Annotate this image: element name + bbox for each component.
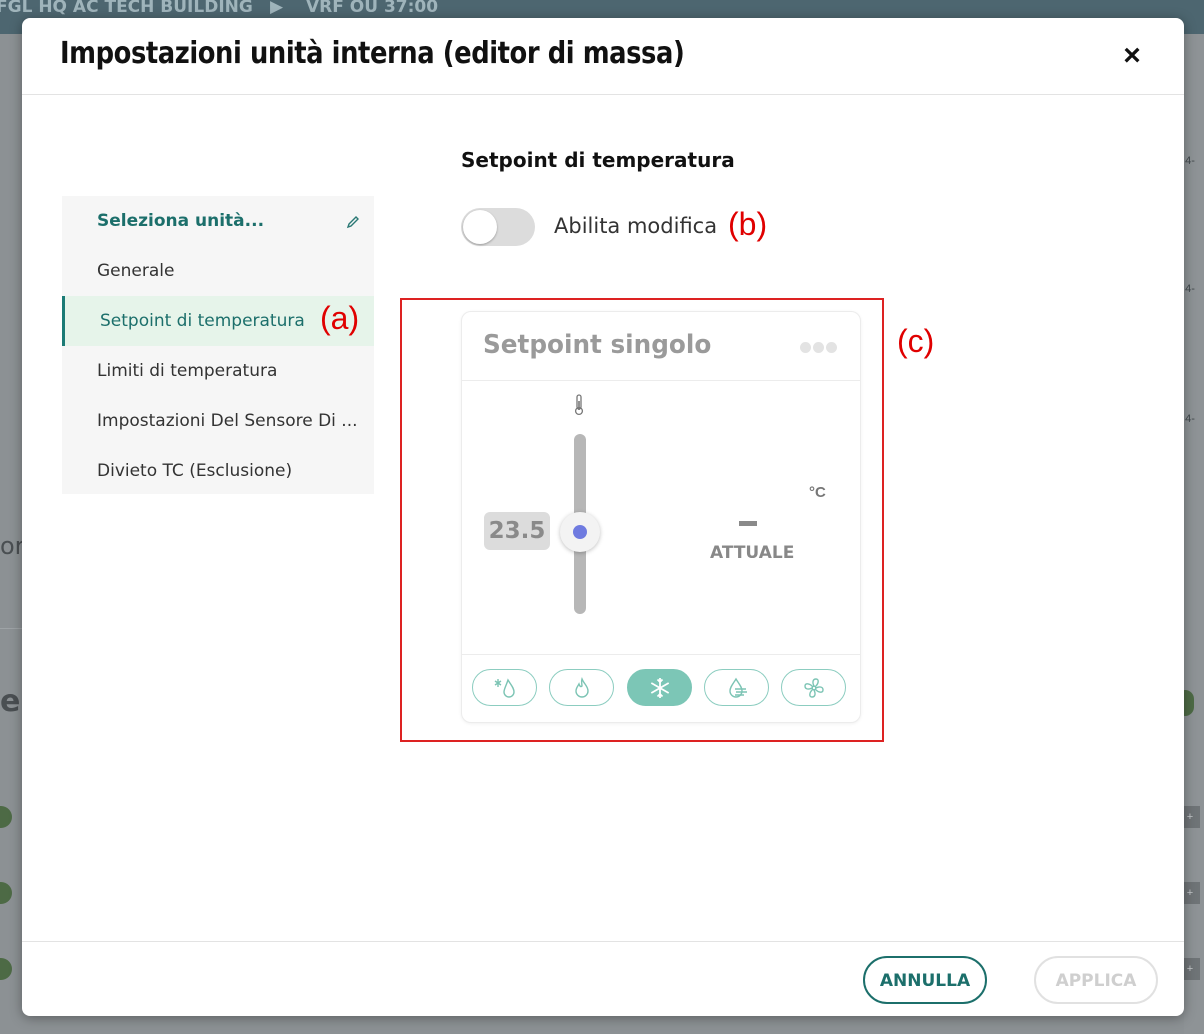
- dialog-footer: ANNULLA APPLICA: [22, 941, 1184, 1016]
- background-unit-name: VRF OU 37:00: [306, 0, 439, 17]
- bulk-editor-dialog: Impostazioni unità interna (editor di ma…: [22, 18, 1184, 1016]
- nav-item-label: Setpoint di temperatura: [100, 311, 305, 331]
- nav-item-label: Divieto TC (Esclusione): [97, 461, 293, 481]
- more-options-icon[interactable]: [800, 340, 840, 353]
- setpoint-value: 23.5: [484, 512, 550, 550]
- thermometer-icon: [573, 394, 585, 422]
- dialog-title: Impostazioni unità interna (editor di ma…: [60, 36, 685, 71]
- current-temperature-placeholder: [739, 521, 757, 526]
- background-divider: [0, 628, 22, 629]
- nav-item-label: Seleziona unità...: [97, 211, 265, 231]
- section-title: Setpoint di temperatura: [461, 148, 735, 172]
- nav-item-tc-prohibition[interactable]: Divieto TC (Esclusione): [62, 446, 374, 496]
- nav-item-temperature-limits[interactable]: Limiti di temperatura: [62, 346, 374, 396]
- cool-mode-icon[interactable]: [627, 669, 692, 706]
- enable-edit-toggle[interactable]: [461, 208, 535, 246]
- fan-mode-icon[interactable]: [781, 669, 846, 706]
- current-temperature-label: ATTUALE: [710, 543, 795, 563]
- background-status-dot: [0, 882, 12, 904]
- temperature-unit: °C: [809, 484, 826, 501]
- nav-item-select-units[interactable]: Seleziona unità...: [62, 196, 374, 246]
- nav-item-label: Impostazioni Del Sensore Di ...: [97, 411, 358, 431]
- dialog-header: Impostazioni unità interna (editor di ma…: [22, 18, 1184, 95]
- nav-item-sensor-settings[interactable]: Impostazioni Del Sensore Di ...: [62, 396, 374, 446]
- nav-item-general[interactable]: Generale: [62, 246, 374, 296]
- nav-item-label: Generale: [97, 261, 175, 281]
- apply-button[interactable]: APPLICA: [1034, 956, 1158, 1004]
- card-title: Setpoint singolo: [483, 330, 712, 360]
- background-text-fragment: or: [0, 532, 25, 560]
- heat-mode-icon[interactable]: [549, 669, 614, 706]
- dry-mode-icon[interactable]: [704, 669, 769, 706]
- auto-mode-icon[interactable]: [472, 669, 537, 706]
- card-header: Setpoint singolo: [462, 312, 860, 381]
- background-status-dot: [0, 806, 12, 828]
- close-icon[interactable]: ×: [1118, 41, 1146, 71]
- annotation-b: (b): [728, 206, 768, 242]
- enable-edit-label: Abilita modifica: [554, 214, 718, 238]
- background-arrow: ▶: [270, 0, 284, 17]
- annotation-c: (c): [897, 323, 935, 359]
- setpoint-slider-handle[interactable]: [560, 512, 600, 552]
- toggle-knob: [463, 210, 497, 244]
- cancel-button[interactable]: ANNULLA: [863, 956, 987, 1004]
- settings-nav: Seleziona unità... Generale Setpoint di …: [62, 196, 374, 494]
- annotation-a: (a): [320, 300, 360, 336]
- background-building-name: FGL HQ AC TECH BUILDING: [0, 0, 253, 17]
- nav-item-label: Limiti di temperatura: [97, 361, 278, 381]
- mode-selector: [462, 654, 860, 722]
- pencil-icon[interactable]: [346, 196, 360, 246]
- background-status-dot: [0, 958, 12, 980]
- setpoint-card: Setpoint singolo 23.5 °C ATTUALE: [461, 311, 861, 723]
